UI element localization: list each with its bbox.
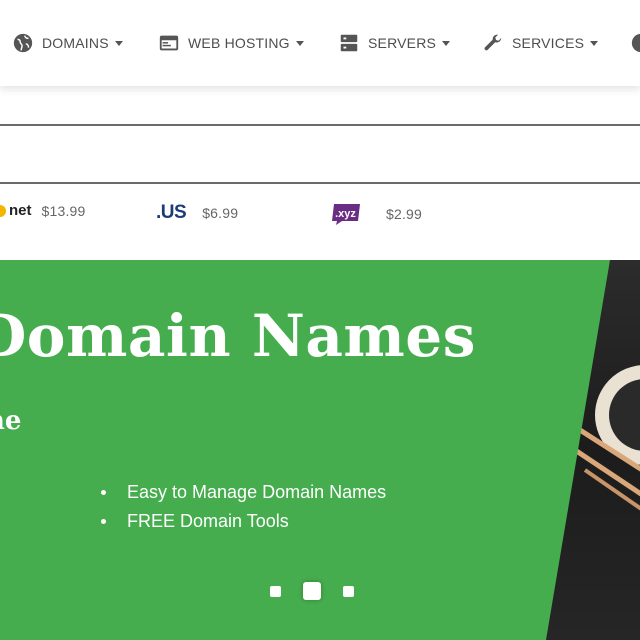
tld-us[interactable]: .US $6.99 [156,202,238,224]
nav-servers-label: SERVERS [368,35,437,51]
slider-dot-3[interactable] [343,585,354,597]
hero-feature-item: Easy to Manage Domain Names [100,478,386,507]
nav-services[interactable]: SERVICES [482,31,599,55]
chevron-down-icon [295,40,304,46]
slider-dot-1[interactable] [270,585,281,597]
net-name: net [9,202,32,219]
hero-feature-list: Easy to Manage Domain Names FREE Domain … [100,478,386,536]
hero-feature-item: FREE Domain Tools [100,507,386,536]
globe-icon [13,33,33,53]
nav-web-hosting[interactable]: WEB HOSTING [158,31,304,55]
net-price: $13.99 [41,202,86,219]
nav-web-hosting-label: WEB HOSTING [188,35,290,51]
hero-slider: Domain Names ne Easy to Manage Domain Na… [0,260,640,640]
xyz-logo: .xyz [332,204,360,225]
nav-servers[interactable]: SERVERS [338,31,451,55]
tld-xyz[interactable]: .xyz $2.99 [330,202,422,226]
chevron-down-icon [590,40,599,46]
nav-services-label: SERVICES [512,35,585,51]
net-dot-icon [0,204,6,217]
nav-more-item[interactable] [630,31,640,55]
svg-text:.xyz: .xyz [335,208,356,220]
more-nav-icon [631,33,640,53]
us-price: $6.99 [202,205,239,221]
xyz-price: $2.99 [386,206,423,222]
server-icon [340,34,358,52]
domain-search-input[interactable] [0,126,640,182]
wrench-icon [484,34,502,51]
slider-dots [270,582,354,600]
tld-price-row: net $13.99 .US $6.99 .xyz $2.99 [0,196,640,236]
domain-search-bar [0,124,640,184]
chevron-down-icon [114,40,123,46]
hero-title: Domain Names [0,302,476,370]
nav-domains-label: DOMAINS [42,35,109,51]
browser-window-icon [159,35,179,51]
tld-net[interactable]: net $13.99 [0,202,86,219]
chevron-down-icon [442,40,451,46]
us-logo: .US [156,202,187,223]
slider-dot-2-active[interactable] [303,582,321,600]
net-logo: net [0,202,32,219]
hero-subtitle: ne [0,406,22,436]
nav-domains[interactable]: DOMAINS [12,31,123,55]
top-navbar: DOMAINS WEB HOSTING SERVERS SERVICES [0,0,640,86]
